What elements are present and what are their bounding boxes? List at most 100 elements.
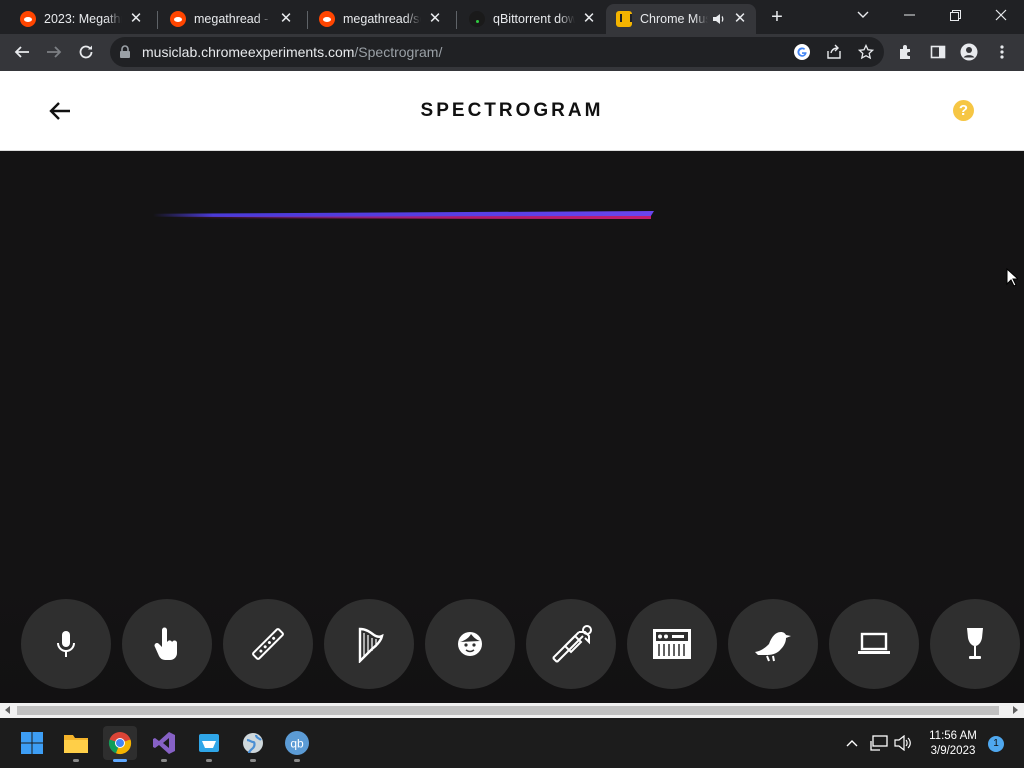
tab-title: Chrome Music Lab [640, 12, 708, 26]
visual-studio-icon [153, 732, 175, 754]
speaker-icon[interactable] [712, 12, 726, 26]
close-icon[interactable]: ✕ [732, 11, 748, 27]
new-tab-button[interactable]: + [766, 7, 788, 29]
chevron-up-icon [846, 740, 858, 747]
windows-start-icon [21, 732, 43, 754]
tab-chrome-music-lab[interactable]: Chrome Music Lab ✕ [606, 4, 756, 34]
start-button[interactable] [15, 726, 49, 760]
side-panel-button[interactable] [924, 38, 952, 66]
instrument-synth-button[interactable] [627, 599, 717, 689]
network-icon [870, 735, 888, 751]
close-icon[interactable]: ✕ [278, 11, 294, 27]
horizontal-scrollbar[interactable] [0, 703, 1024, 718]
instrument-bird-button[interactable] [728, 599, 818, 689]
chrome-music-lab-icon [616, 11, 632, 27]
taskbar-chrome[interactable] [103, 726, 137, 762]
notification-badge[interactable]: 1 [988, 736, 1004, 752]
profile-button[interactable] [955, 38, 983, 66]
voice-face-icon [458, 632, 482, 656]
trombone-icon [552, 625, 592, 663]
tray-volume[interactable] [893, 733, 913, 753]
taskbar-app[interactable] [192, 726, 226, 762]
address-bar[interactable]: musiclab.chromeexperiments.com/Spectrogr… [110, 37, 884, 67]
globe-app-icon [243, 733, 263, 754]
running-indicator [161, 759, 167, 762]
page-header: SPECTROGRAM ? [0, 71, 1024, 151]
instrument-flute-button[interactable] [223, 599, 313, 689]
arrow-right-icon [47, 46, 62, 58]
svg-text:qb: qb [290, 737, 304, 751]
help-button[interactable]: ? [953, 100, 974, 121]
instrument-voice-button[interactable] [425, 599, 515, 689]
scrollbar-thumb[interactable] [17, 706, 999, 715]
reddit-icon [170, 11, 186, 27]
tray-network[interactable] [869, 733, 889, 753]
instrument-harp-button[interactable] [324, 599, 414, 689]
instrument-draw-button[interactable] [122, 599, 212, 689]
star-icon [858, 44, 874, 60]
taskbar-qbittorrent[interactable]: qb [280, 726, 314, 762]
share-icon [827, 44, 841, 59]
tab-qbittorrent-download[interactable]: qBittorrent download ✕ [449, 4, 605, 34]
instrument-computer-button[interactable] [829, 599, 919, 689]
close-icon[interactable]: ✕ [128, 11, 144, 27]
browser-toolbar: musiclab.chromeexperiments.com/Spectrogr… [0, 34, 1024, 71]
instrument-trombone-button[interactable] [526, 599, 616, 689]
avatar-icon [960, 43, 978, 61]
close-icon [995, 9, 1007, 21]
minimize-icon [903, 14, 915, 16]
qbittorrent-icon: qb [285, 731, 309, 755]
close-icon[interactable]: ✕ [581, 11, 597, 27]
file-explorer-icon [64, 735, 88, 753]
forward-button[interactable] [40, 38, 68, 66]
taskbar-file-explorer[interactable] [59, 726, 93, 762]
close-icon[interactable]: ✕ [427, 11, 443, 27]
page-title: SPECTROGRAM [420, 100, 604, 121]
running-indicator [294, 759, 300, 762]
tab-reddit-megathread-2023[interactable]: 2023: Megathread ✕ [0, 4, 152, 34]
close-window-button[interactable] [978, 0, 1024, 30]
url-host: musiclab.chromeexperiments.com [142, 44, 355, 60]
mouse-cursor-icon [1006, 268, 1018, 287]
tab-megathread-software[interactable]: megathread/software ✕ [299, 4, 451, 34]
minimize-button[interactable] [886, 0, 932, 30]
running-indicator [73, 759, 79, 762]
chevron-down-icon [857, 11, 869, 18]
scroll-right-arrow-icon[interactable] [1013, 706, 1018, 714]
reload-button[interactable] [72, 38, 100, 66]
restore-button[interactable] [932, 0, 978, 30]
taskbar-clock[interactable]: 11:56 AM 3/9/2023 [922, 729, 984, 759]
hand-draw-icon [154, 627, 177, 660]
flute-icon [252, 628, 284, 660]
running-indicator [113, 759, 127, 762]
instrument-microphone-button[interactable] [21, 599, 111, 689]
bird-icon [755, 632, 791, 662]
menu-button[interactable] [988, 38, 1016, 66]
bookmark-button[interactable] [856, 42, 876, 62]
tab-megathread-pol[interactable]: megathread - Pol ✕ [150, 4, 302, 34]
kebab-menu-icon [1000, 45, 1004, 59]
harp-icon [358, 627, 384, 663]
back-button[interactable] [8, 38, 36, 66]
share-button[interactable] [824, 42, 844, 62]
tray-overflow-button[interactable] [842, 733, 862, 753]
side-panel-icon [930, 45, 946, 59]
tab-search-button[interactable] [840, 0, 886, 30]
microphone-icon [57, 631, 75, 657]
tab-title: megathread - Pol [194, 12, 272, 26]
reddit-icon [20, 11, 36, 27]
lock-icon[interactable] [119, 45, 131, 59]
tab-strip: 2023: Megathread ✕ megathread - Pol ✕ me… [0, 0, 1024, 34]
taskbar-visual-studio[interactable] [147, 726, 181, 762]
google-lens-button[interactable] [792, 42, 812, 62]
url-text[interactable]: musiclab.chromeexperiments.com/Spectrogr… [142, 44, 442, 60]
reload-icon [79, 45, 93, 59]
taskbar-globe-app[interactable] [236, 726, 270, 762]
qbittorrent-icon [469, 11, 485, 27]
clock-time: 11:56 AM [929, 730, 977, 742]
running-indicator [250, 759, 256, 762]
tab-title: 2023: Megathread [44, 12, 122, 26]
extensions-button[interactable] [892, 38, 920, 66]
instrument-wineglass-button[interactable] [930, 599, 1020, 689]
scroll-left-arrow-icon[interactable] [5, 706, 10, 714]
